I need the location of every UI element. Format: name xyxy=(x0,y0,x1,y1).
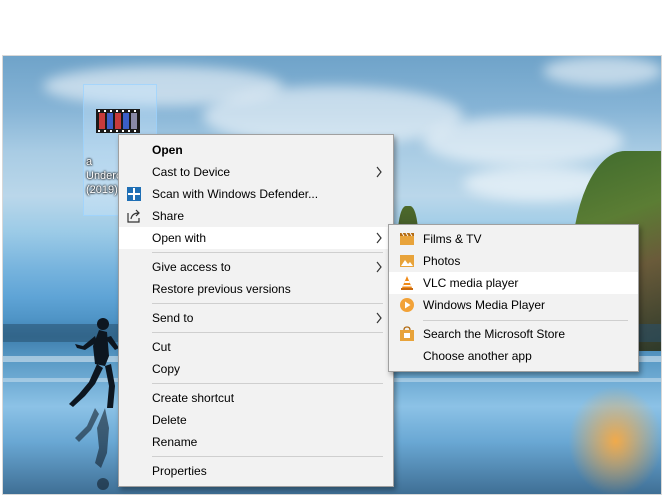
menu-separator xyxy=(152,303,383,304)
menu-item-properties[interactable]: Properties xyxy=(119,460,393,482)
sunset-reflection xyxy=(568,386,661,494)
menu-item-open[interactable]: Open xyxy=(119,139,393,161)
menu-item-rename[interactable]: Rename xyxy=(119,431,393,453)
menu-item-scan-defender[interactable]: Scan with Windows Defender... xyxy=(119,183,393,205)
app-label: Choose another app xyxy=(423,349,532,363)
menu-separator xyxy=(152,252,383,253)
menu-item-label: Delete xyxy=(152,413,187,427)
windows-media-player-icon xyxy=(400,298,414,312)
menu-item-restore-versions[interactable]: Restore previous versions xyxy=(119,278,393,300)
menu-item-copy[interactable]: Copy xyxy=(119,358,393,380)
runner-silhouette xyxy=(69,318,119,408)
menu-item-label: Send to xyxy=(152,311,194,325)
menu-item-send-to[interactable]: Send to xyxy=(119,307,393,329)
vlc-cone-icon xyxy=(401,276,413,290)
menu-separator xyxy=(152,383,383,384)
menu-item-label: Scan with Windows Defender... xyxy=(152,187,319,201)
menu-item-label: Open xyxy=(152,143,183,157)
menu-item-label: Share xyxy=(152,209,185,223)
menu-item-label: Copy xyxy=(152,362,181,376)
menu-item-label: Cast to Device xyxy=(152,165,231,179)
menu-item-label: Cut xyxy=(152,340,171,354)
menu-item-cut[interactable]: Cut xyxy=(119,336,393,358)
microsoft-store-icon xyxy=(400,326,414,341)
chevron-right-icon xyxy=(376,312,382,324)
share-icon xyxy=(127,209,140,223)
defender-shield-icon xyxy=(127,187,141,201)
menu-item-label: Rename xyxy=(152,435,198,449)
app-label: Search the Microsoft Store xyxy=(423,327,566,341)
app-label: Photos xyxy=(423,254,461,268)
cloud xyxy=(543,56,661,86)
menu-item-label: Restore previous versions xyxy=(152,282,291,296)
open-with-submenu: Films & TV Photos VLC media player Windo… xyxy=(388,224,639,372)
menu-item-open-with[interactable]: Open with xyxy=(119,227,393,249)
app-label: Windows Media Player xyxy=(423,298,546,312)
app-item-microsoft-store[interactable]: Search the Microsoft Store xyxy=(389,323,638,345)
menu-item-delete[interactable]: Delete xyxy=(119,409,393,431)
chevron-right-icon xyxy=(376,261,382,273)
runner-reflection xyxy=(75,408,109,490)
app-item-vlc[interactable]: VLC media player xyxy=(389,272,638,294)
menu-item-cast-to-device[interactable]: Cast to Device xyxy=(119,161,393,183)
menu-separator xyxy=(423,320,628,321)
app-item-windows-media-player[interactable]: Windows Media Player xyxy=(389,294,638,316)
cloud xyxy=(423,116,623,166)
photos-icon xyxy=(400,255,414,267)
menu-item-label: Properties xyxy=(152,464,207,478)
menu-item-label: Open with xyxy=(152,231,207,245)
menu-separator xyxy=(152,456,383,457)
menu-separator xyxy=(152,332,383,333)
chevron-right-icon xyxy=(376,166,382,178)
app-item-films-tv[interactable]: Films & TV xyxy=(389,228,638,250)
menu-item-label: Create shortcut xyxy=(152,391,235,405)
films-tv-icon xyxy=(400,232,414,245)
app-label: Films & TV xyxy=(423,232,482,246)
menu-item-give-access[interactable]: Give access to xyxy=(119,256,393,278)
chevron-right-icon xyxy=(376,232,382,244)
menu-item-create-shortcut[interactable]: Create shortcut xyxy=(119,387,393,409)
app-item-photos[interactable]: Photos xyxy=(389,250,638,272)
app-label: VLC media player xyxy=(423,276,519,290)
menu-item-share[interactable]: Share xyxy=(119,205,393,227)
menu-item-label: Give access to xyxy=(152,260,231,274)
video-file-thumbnail-icon xyxy=(96,109,140,133)
context-menu: Open Cast to Device Scan with Windows De… xyxy=(118,134,394,487)
app-item-choose-another[interactable]: Choose another app xyxy=(389,345,638,367)
